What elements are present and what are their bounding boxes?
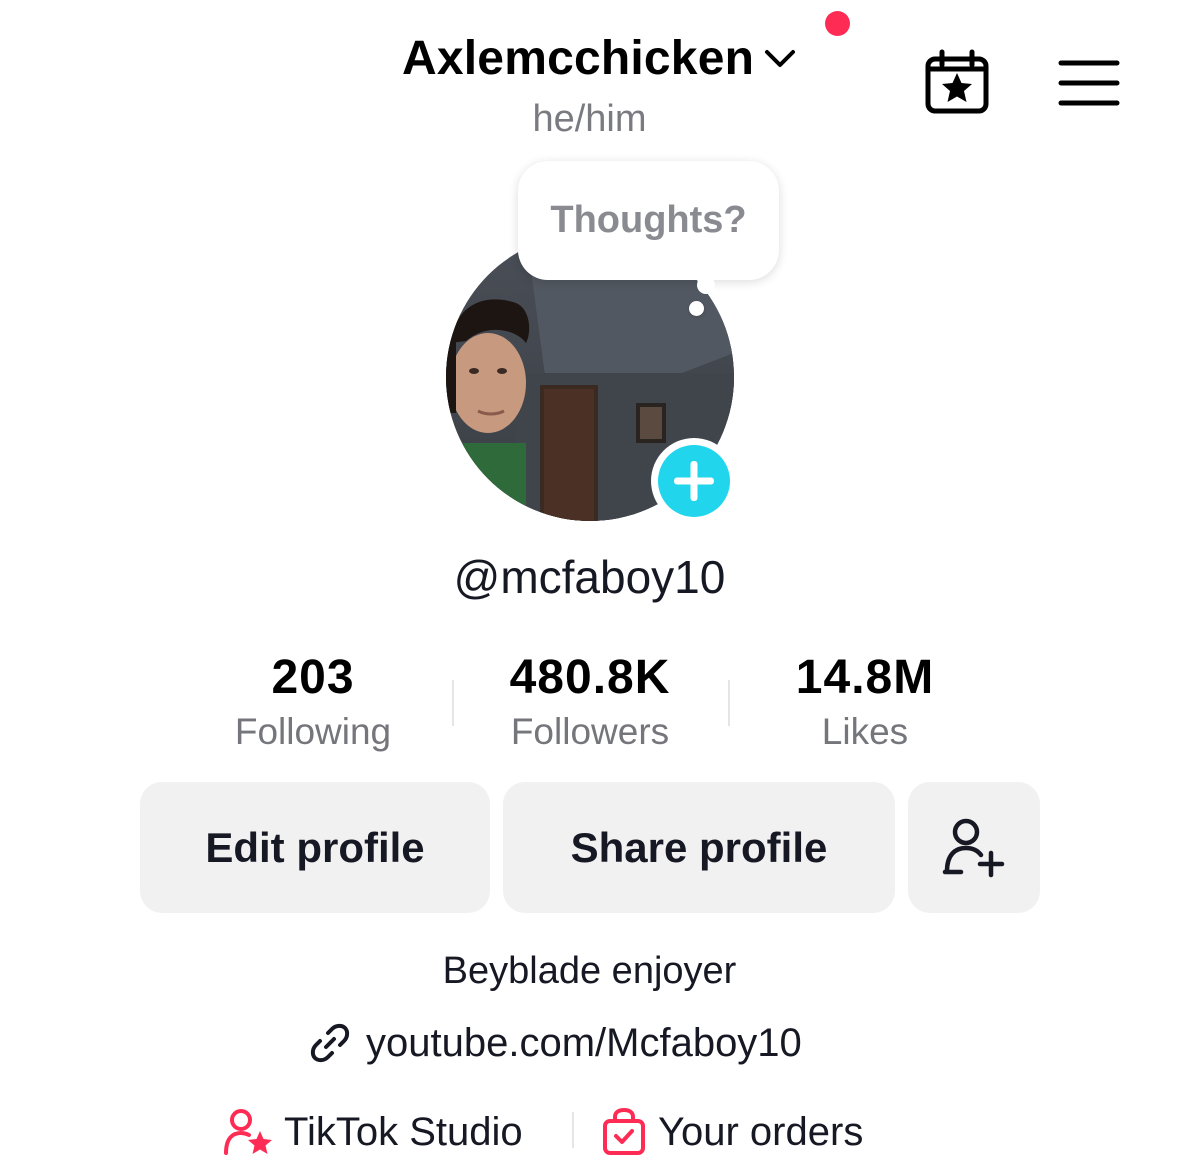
share-profile-label: Share profile [570, 823, 828, 871]
profile-link[interactable]: youtube.com/Mcfaboy10 [308, 1015, 802, 1071]
plus-icon [658, 445, 730, 517]
stat-following[interactable]: 203 Following [163, 650, 463, 753]
share-profile-button[interactable]: Share profile [503, 782, 895, 913]
profile-bio: Beyblade enjoyer [442, 950, 737, 992]
profile-username: Axlemcchicken [402, 31, 755, 85]
edit-profile-label: Edit profile [205, 823, 425, 871]
calendar-star-icon[interactable] [922, 47, 992, 117]
stat-followers[interactable]: 480.8K Followers [440, 650, 740, 753]
tiktok-studio-icon [224, 1109, 272, 1155]
shortcut-divider [572, 1112, 574, 1148]
stat-value: 14.8M [795, 651, 935, 704]
bubble-tail [697, 276, 715, 294]
stat-label: Followers [510, 711, 670, 752]
pronouns: he/him [532, 98, 647, 140]
chevron-down-icon [765, 50, 796, 67]
thoughts-bubble[interactable]: Thoughts? [518, 161, 779, 280]
profile-handle: @mcfaboy10 [453, 551, 726, 603]
add-friend-icon [942, 818, 1005, 877]
profile-link-text: youtube.com/Mcfaboy10 [366, 1020, 802, 1065]
stat-label: Following [234, 711, 392, 752]
add-avatar-button[interactable] [651, 438, 737, 524]
stat-likes[interactable]: 14.8M Likes [715, 650, 1015, 753]
link-icon [310, 1023, 350, 1063]
bubble-tail-dot [689, 301, 704, 316]
hamburger-menu-icon[interactable] [1058, 58, 1120, 108]
shopping-bag-icon [603, 1107, 645, 1155]
edit-profile-button[interactable]: Edit profile [140, 782, 490, 913]
username-switcher[interactable]: Axlemcchicken [402, 28, 798, 88]
stat-value: 203 [271, 651, 355, 704]
add-friend-button[interactable] [908, 782, 1040, 913]
tiktok-studio-label: TikTok Studio [284, 1109, 523, 1154]
your-orders-link[interactable]: Your orders [600, 1102, 863, 1162]
thoughts-bubble-text: Thoughts? [550, 199, 747, 241]
your-orders-label: Your orders [658, 1109, 864, 1154]
notification-dot [825, 11, 850, 36]
tiktok-studio-link[interactable]: TikTok Studio [222, 1102, 523, 1162]
stat-label: Likes [821, 711, 909, 752]
stat-value: 480.8K [509, 651, 671, 704]
